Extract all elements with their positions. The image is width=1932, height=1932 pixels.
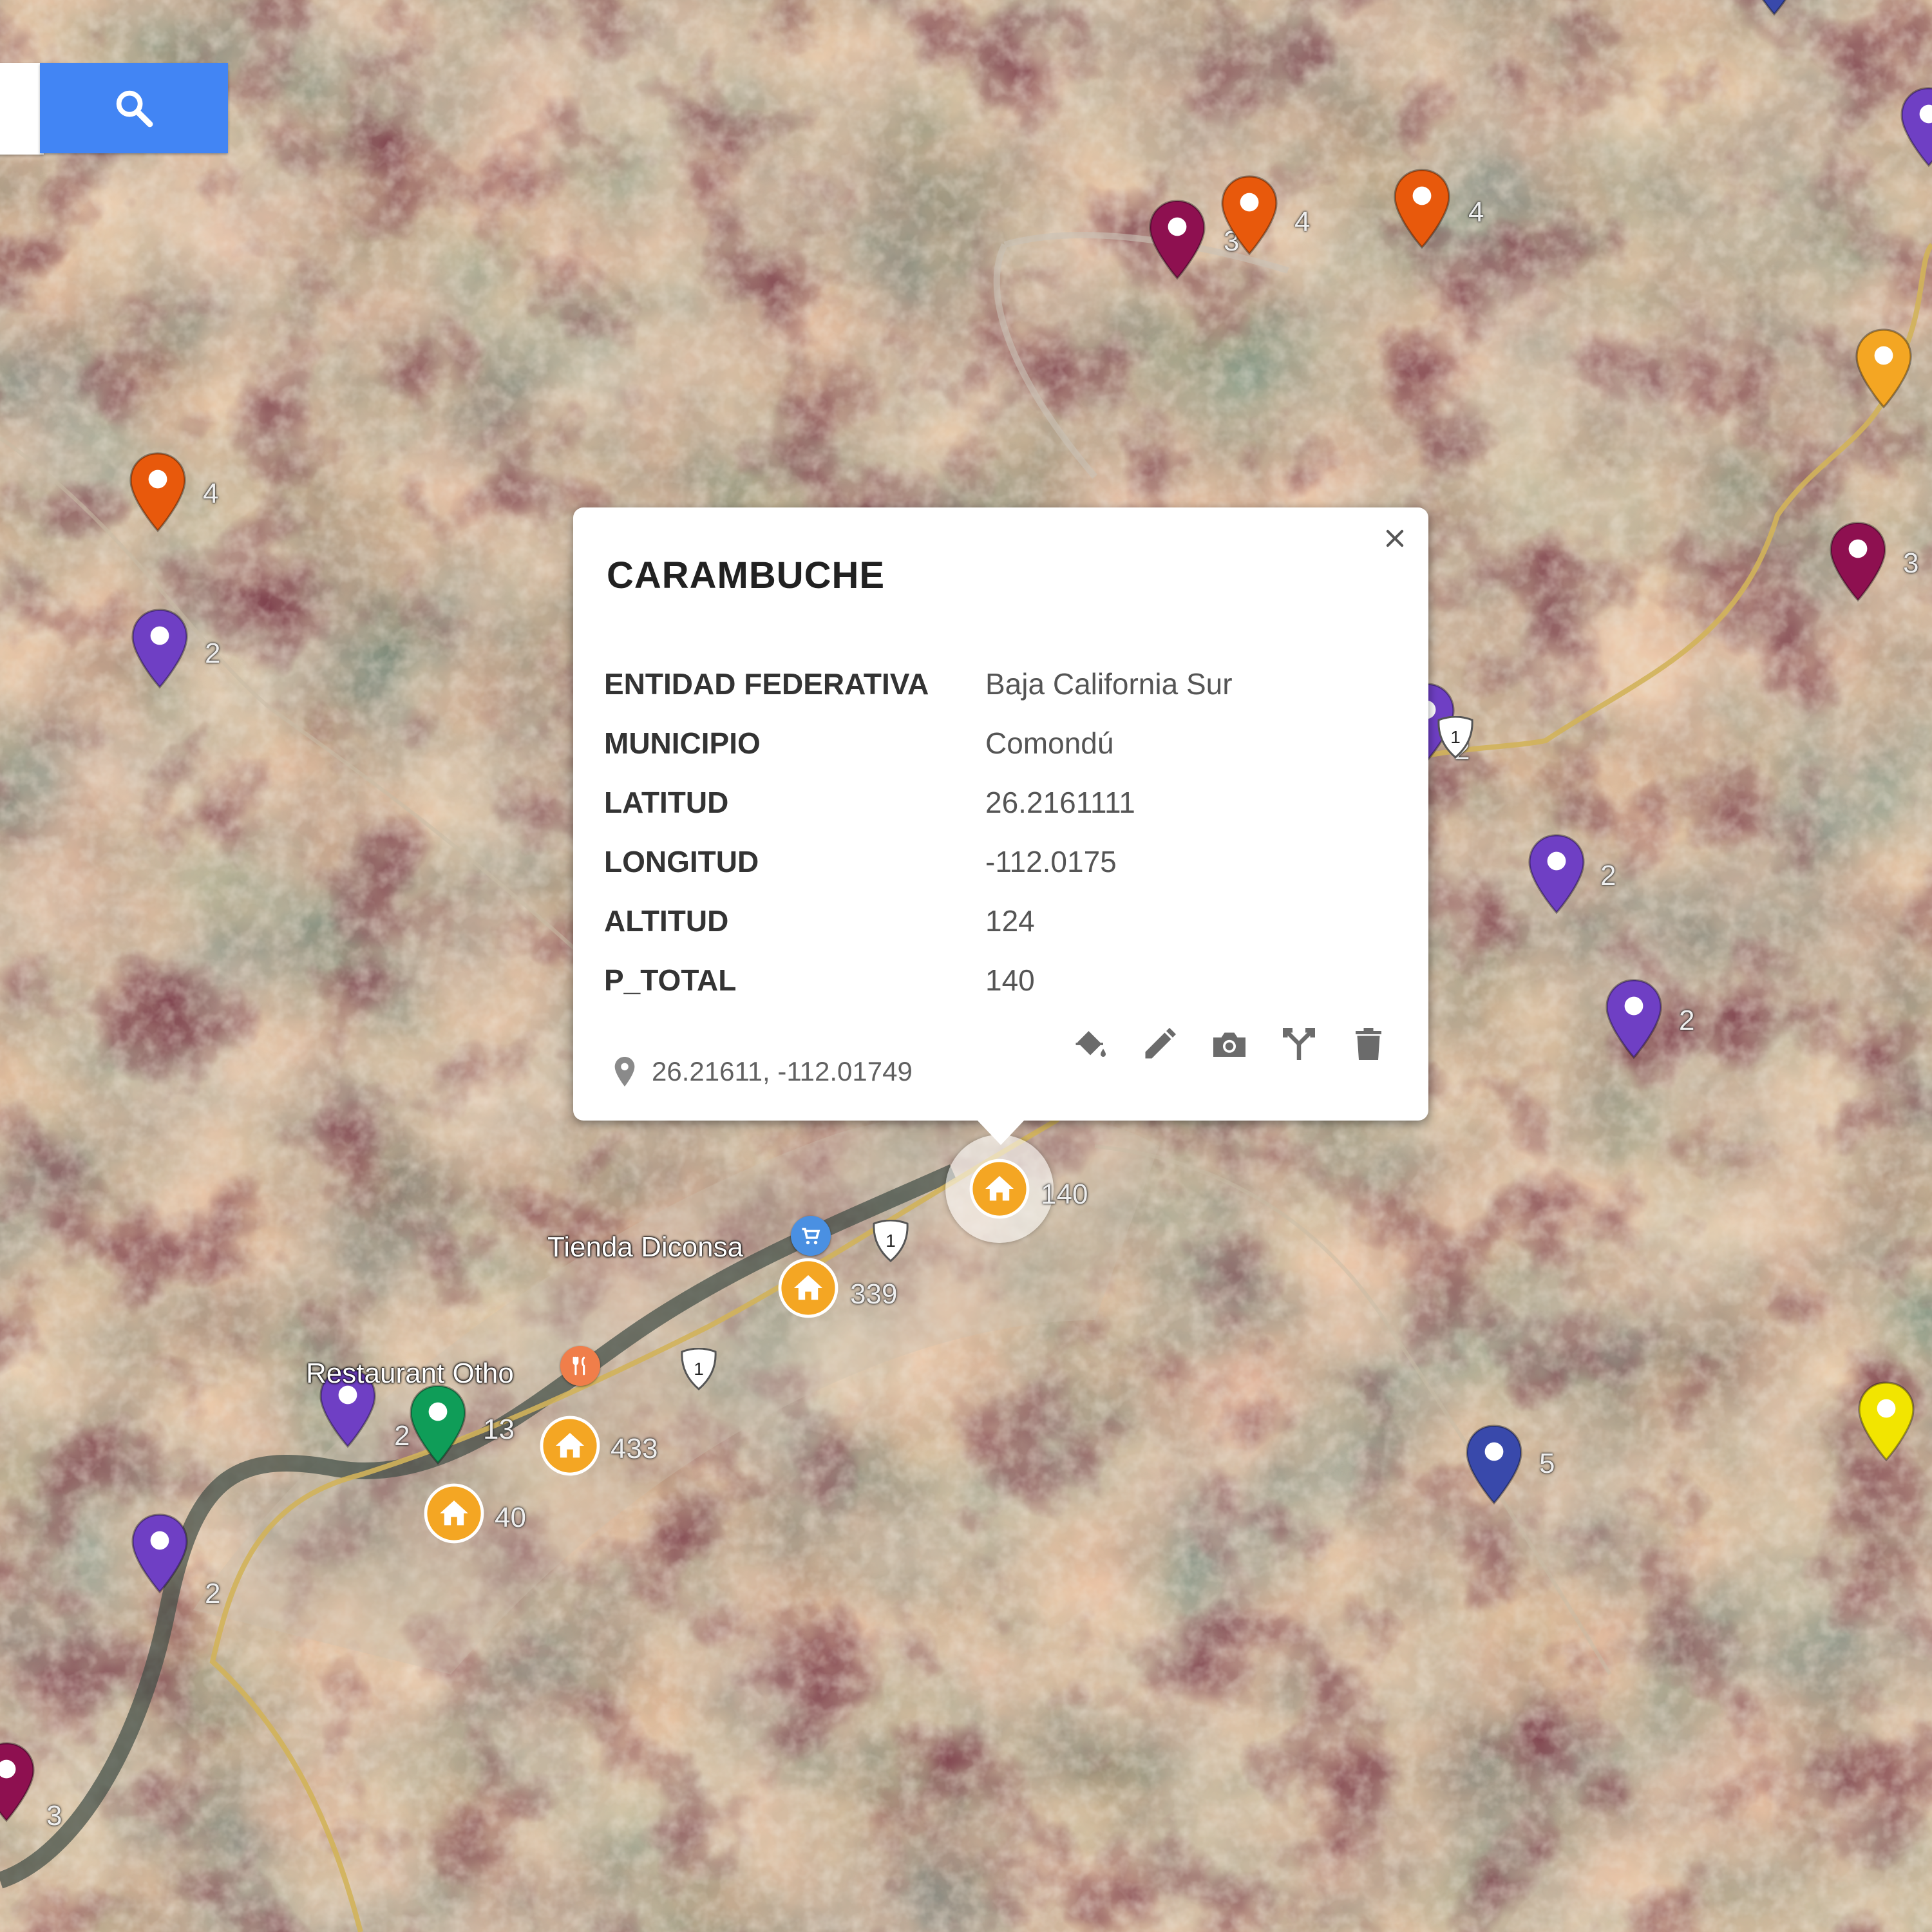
marker-count-label: 4: [1294, 206, 1311, 238]
svg-text:1: 1: [694, 1359, 704, 1379]
map-marker-pin[interactable]: [407, 1383, 469, 1466]
attribute-table: ENTIDAD FEDERATIVA Baja California Sur MU…: [604, 654, 1233, 1010]
map-marker-pin[interactable]: [129, 607, 191, 690]
close-icon: [1386, 529, 1404, 547]
location-pin-icon: [614, 1057, 635, 1086]
attribute-value: 124: [985, 904, 1035, 938]
map-marker-pin[interactable]: [1743, 0, 1805, 17]
marker-count-label: 3: [1903, 547, 1919, 579]
marker-count-label: 4: [203, 478, 219, 509]
place-label-restaurant-otho[interactable]: Restaurant Otho: [306, 1358, 514, 1390]
map-marker-pin[interactable]: [127, 451, 189, 533]
popup-toolbar: [1069, 1023, 1390, 1065]
search-icon: [116, 90, 153, 128]
shopping-cart-icon[interactable]: [791, 1216, 831, 1256]
attribute-value: Comondú: [985, 726, 1114, 760]
marker-count-label: 2: [1679, 1005, 1695, 1036]
house-count-label: 40: [495, 1502, 526, 1533]
attribute-value: -112.0175: [985, 845, 1117, 878]
attribute-key: MUNICIPIO: [604, 726, 761, 760]
marker-count-label: 3: [46, 1800, 62, 1832]
pencil-icon: [1145, 1028, 1176, 1059]
marker-count-label: 13: [483, 1414, 515, 1445]
attribute-value: 26.2161111: [985, 786, 1135, 819]
attribute-key: LONGITUD: [604, 845, 759, 878]
restaurant-icon[interactable]: [560, 1346, 600, 1386]
style-button[interactable]: [1069, 1023, 1112, 1065]
svg-text:1: 1: [1450, 727, 1461, 747]
attribute-key: ENTIDAD FEDERATIVA: [604, 667, 929, 701]
map-marker-pin[interactable]: [1855, 1380, 1917, 1463]
map-marker-pin[interactable]: [1218, 174, 1280, 256]
attribute-row: LATITUD 26.2161111: [604, 773, 1233, 832]
map-marker-pin[interactable]: [1898, 86, 1932, 168]
attribute-value: Baja California Sur: [985, 667, 1233, 701]
directions-icon: [1283, 1028, 1315, 1060]
coordinates-text: 26.21611, -112.01749: [652, 1056, 913, 1086]
marker-count-label: 2: [205, 638, 221, 669]
map-marker-pin[interactable]: [129, 1512, 191, 1595]
marker-count-label: 4: [1468, 196, 1484, 228]
search-button[interactable]: [40, 63, 228, 153]
attribute-key: ALTITUD: [604, 904, 729, 938]
route-shield: 1: [1436, 716, 1475, 759]
house-marker[interactable]: [969, 1158, 1030, 1220]
map-marker-pin[interactable]: [1853, 327, 1915, 410]
route-shield: 1: [679, 1348, 718, 1390]
map-marker-pin[interactable]: [1526, 833, 1587, 915]
add-photo-button[interactable]: [1208, 1023, 1251, 1065]
place-label-tienda-diconsa[interactable]: Tienda Diconsa: [547, 1231, 743, 1264]
map-marker-pin[interactable]: [1146, 198, 1208, 281]
map-marker-pin[interactable]: [0, 1741, 37, 1823]
house-marker[interactable]: [777, 1257, 839, 1319]
house-marker[interactable]: [423, 1482, 485, 1544]
marker-count-label: 5: [1539, 1448, 1555, 1479]
close-button[interactable]: [1377, 520, 1413, 556]
trash-icon: [1356, 1028, 1381, 1060]
attribute-row: LONGITUD -112.0175: [604, 832, 1233, 891]
house-count-label: 433: [611, 1433, 658, 1464]
popup-title: CARAMBUCHE: [607, 554, 886, 596]
edit-button[interactable]: [1139, 1023, 1181, 1065]
map-marker-pin[interactable]: [1827, 520, 1889, 603]
coordinates-readout: 26.21611, -112.01749: [614, 1056, 913, 1087]
info-window: CARAMBUCHE ENTIDAD FEDERATIVA Baja Califo…: [573, 507, 1428, 1145]
svg-text:1: 1: [886, 1231, 896, 1251]
attribute-key: P_TOTAL: [604, 963, 737, 997]
house-marker[interactable]: [539, 1415, 601, 1477]
attribute-row: ENTIDAD FEDERATIVA Baja California Sur: [604, 654, 1233, 714]
house-count-label: 140: [1041, 1179, 1088, 1210]
route-shield: 1: [871, 1220, 910, 1262]
delete-button[interactable]: [1347, 1023, 1390, 1065]
map-marker-pin[interactable]: [1463, 1423, 1525, 1506]
attribute-key: LATITUD: [604, 786, 729, 819]
attribute-row: P_TOTAL 140: [604, 951, 1233, 1010]
camera-icon: [1213, 1032, 1245, 1057]
paint-bucket-icon: [1075, 1031, 1106, 1057]
map-marker-pin[interactable]: [1603, 978, 1665, 1060]
search-input[interactable]: [0, 63, 44, 155]
marker-count-label: 2: [1600, 860, 1616, 891]
attribute-row: MUNICIPIO Comondú: [604, 714, 1233, 773]
map-marker-pin[interactable]: [1391, 167, 1453, 250]
directions-button[interactable]: [1278, 1023, 1320, 1065]
attribute-row: ALTITUD 124: [604, 891, 1233, 951]
marker-count-label: 2: [205, 1578, 221, 1609]
attribute-value: 140: [985, 963, 1035, 997]
house-count-label: 339: [850, 1278, 898, 1310]
